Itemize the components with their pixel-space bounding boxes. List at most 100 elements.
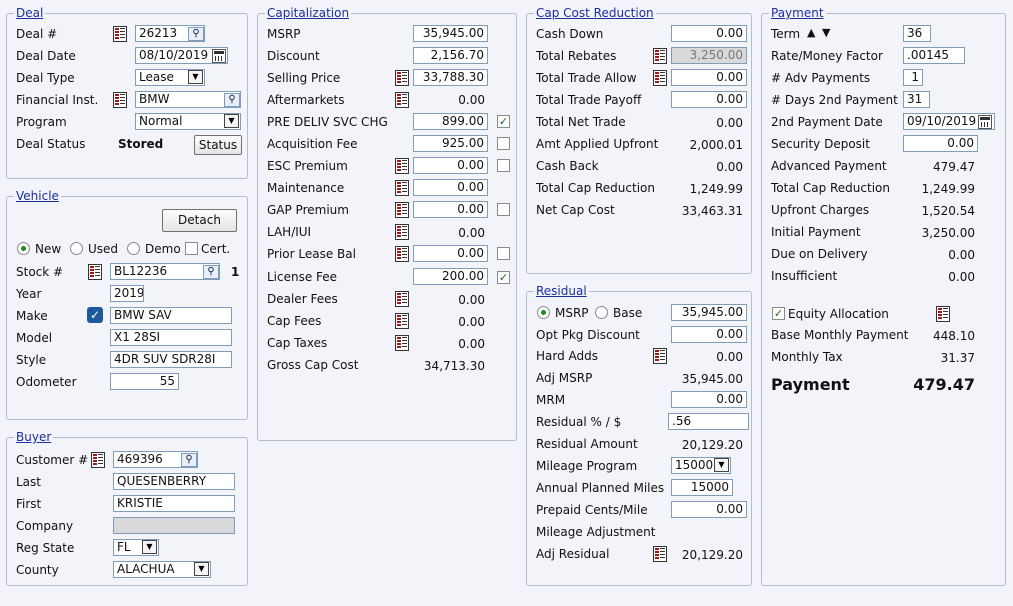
cash-back-label: Cash Back bbox=[536, 159, 599, 173]
first-label: First bbox=[16, 497, 42, 511]
esc-premium-field[interactable]: 0.00 bbox=[413, 157, 488, 174]
discount-field[interactable]: 2,156.70 bbox=[413, 47, 488, 64]
program-label: Program bbox=[16, 115, 67, 129]
trade-allow-field[interactable]: 0.00 bbox=[671, 69, 747, 86]
deal-date-calendar-icon[interactable] bbox=[212, 49, 226, 63]
gap-premium-ledger-icon[interactable] bbox=[395, 202, 409, 218]
security-deposit-field[interactable]: 0.00 bbox=[903, 135, 978, 152]
prepaid-cents-field[interactable]: 0.00 bbox=[671, 501, 747, 518]
last-name-field[interactable]: QUESENBERRY bbox=[113, 473, 235, 490]
radio-new[interactable] bbox=[17, 242, 30, 255]
financial-inst-label: Financial Inst. bbox=[16, 93, 99, 107]
program-chevron-down-icon[interactable]: ▼ bbox=[224, 114, 239, 128]
security-deposit-label: Security Deposit bbox=[771, 137, 870, 151]
odometer-field[interactable]: 55 bbox=[110, 373, 179, 390]
residual-amount-label: Residual Amount bbox=[536, 437, 638, 451]
status-button[interactable]: Status bbox=[194, 135, 242, 155]
make-field[interactable]: BMW SAV bbox=[110, 307, 232, 324]
maintenance-field[interactable]: 0.00 bbox=[413, 179, 488, 196]
detach-button[interactable]: Detach bbox=[162, 209, 237, 232]
net-cap-cost-value: 33,463.31 bbox=[681, 204, 743, 218]
adv-payments-label: # Adv Payments bbox=[771, 71, 871, 85]
hard-adds-label: Hard Adds bbox=[536, 349, 599, 363]
pre-deliv-field[interactable]: 899.00 bbox=[413, 113, 488, 130]
financial-inst-search-icon[interactable]: ⚲ bbox=[224, 93, 240, 107]
dealer-fees-ledger-icon[interactable] bbox=[395, 291, 409, 307]
2nd-payment-date-label: 2nd Payment Date bbox=[771, 115, 883, 129]
first-name-field[interactable]: KRISTIE bbox=[113, 495, 235, 512]
lah-iui-value: 0.00 bbox=[458, 226, 485, 240]
gap-premium-checkbox[interactable] bbox=[497, 203, 510, 216]
financial-inst-ledger-icon[interactable] bbox=[113, 92, 127, 108]
rate-factor-field[interactable]: .00145 bbox=[903, 47, 965, 64]
equity-allocation-checkbox[interactable]: ✓ bbox=[772, 307, 785, 320]
make-checkbox[interactable]: ✓ bbox=[87, 307, 103, 323]
adv-payments-field[interactable]: 1 bbox=[903, 69, 923, 86]
deal-type-chevron-down-icon[interactable]: ▼ bbox=[188, 70, 203, 84]
license-fee-checkbox[interactable]: ✓ bbox=[497, 271, 510, 284]
lah-iui-label: LAH/IUI bbox=[267, 225, 312, 239]
prior-lease-field[interactable]: 0.00 bbox=[413, 245, 488, 262]
cap-taxes-ledger-icon[interactable] bbox=[395, 335, 409, 351]
cert-checkbox[interactable] bbox=[185, 242, 198, 255]
esc-premium-ledger-icon[interactable] bbox=[395, 158, 409, 174]
model-field[interactable]: X1 28SI bbox=[110, 329, 232, 346]
license-fee-field[interactable]: 200.00 bbox=[413, 268, 488, 285]
reg-state-chevron-down-icon[interactable]: ▼ bbox=[142, 540, 157, 554]
opt-pkg-discount-field[interactable]: 0.00 bbox=[671, 326, 747, 343]
customer-search-icon[interactable]: ⚲ bbox=[181, 453, 197, 467]
radio-used[interactable] bbox=[70, 242, 83, 255]
county-chevron-down-icon[interactable]: ▼ bbox=[194, 562, 209, 576]
prior-lease-ledger-icon[interactable] bbox=[395, 246, 409, 262]
pre-deliv-checkbox[interactable]: ✓ bbox=[497, 115, 510, 128]
esc-premium-checkbox[interactable] bbox=[497, 159, 510, 172]
residual-pct-field[interactable]: .56 bbox=[668, 413, 749, 430]
stock-ledger-icon[interactable] bbox=[88, 264, 102, 280]
mileage-program-chevron-down-icon[interactable]: ▼ bbox=[714, 458, 729, 472]
stock-label: Stock # bbox=[16, 265, 64, 279]
deal-ledger-icon[interactable] bbox=[113, 26, 127, 42]
2nd-payment-calendar-icon[interactable] bbox=[978, 115, 992, 129]
deal-search-icon[interactable]: ⚲ bbox=[188, 27, 204, 41]
radio-demo[interactable] bbox=[127, 242, 140, 255]
radio-base[interactable] bbox=[595, 306, 608, 319]
aftermarkets-ledger-icon[interactable] bbox=[395, 92, 409, 108]
year-field[interactable]: 2019 bbox=[110, 285, 144, 302]
annual-miles-field[interactable]: 15000 bbox=[671, 479, 733, 496]
lah-iui-ledger-icon[interactable] bbox=[395, 224, 409, 240]
radio-msrp[interactable] bbox=[537, 306, 550, 319]
customer-ledger-icon[interactable] bbox=[91, 452, 105, 468]
style-field[interactable]: 4DR SUV SDR28I bbox=[110, 351, 232, 368]
net-trade-value: 0.00 bbox=[716, 116, 743, 130]
equity-allocation-ledger-icon[interactable] bbox=[936, 306, 950, 322]
gap-premium-field[interactable]: 0.00 bbox=[413, 201, 488, 218]
selling-price-ledger-icon[interactable] bbox=[395, 70, 409, 86]
selling-price-label: Selling Price bbox=[267, 71, 341, 85]
residual-msrp-field[interactable]: 35,945.00 bbox=[671, 304, 747, 321]
license-fee-label: License Fee bbox=[267, 270, 338, 284]
trade-payoff-field[interactable]: 0.00 bbox=[671, 91, 747, 108]
county-label: County bbox=[16, 563, 59, 577]
term-up-arrow-icon[interactable]: ▲ bbox=[807, 26, 815, 40]
cap-fees-ledger-icon[interactable] bbox=[395, 313, 409, 329]
stock-search-icon[interactable]: ⚲ bbox=[203, 265, 219, 279]
msrp-field[interactable]: 35,945.00 bbox=[413, 25, 488, 42]
adj-residual-ledger-icon[interactable] bbox=[653, 546, 667, 562]
acquisition-fee-checkbox[interactable] bbox=[497, 137, 510, 150]
maintenance-ledger-icon[interactable] bbox=[395, 180, 409, 196]
days-2nd-payment-field[interactable]: 31 bbox=[903, 91, 930, 108]
hard-adds-ledger-icon[interactable] bbox=[653, 348, 667, 364]
cash-back-value: 0.00 bbox=[716, 160, 743, 174]
opt-pkg-discount-label: Opt Pkg Discount bbox=[536, 328, 640, 342]
trade-allow-ledger-icon[interactable] bbox=[653, 70, 667, 86]
term-down-arrow-icon[interactable]: ▼ bbox=[822, 26, 830, 40]
term-field[interactable]: 36 bbox=[903, 25, 931, 42]
total-rebates-ledger-icon[interactable] bbox=[653, 48, 667, 64]
acquisition-fee-field[interactable]: 925.00 bbox=[413, 135, 488, 152]
cash-down-field[interactable]: 0.00 bbox=[671, 25, 747, 42]
mrm-field[interactable]: 0.00 bbox=[671, 391, 747, 408]
net-trade-label: Total Net Trade bbox=[536, 115, 626, 129]
selling-price-field[interactable]: 33,788.30 bbox=[413, 69, 488, 86]
aftermarkets-value: 0.00 bbox=[458, 93, 485, 107]
prior-lease-checkbox[interactable] bbox=[497, 247, 510, 260]
